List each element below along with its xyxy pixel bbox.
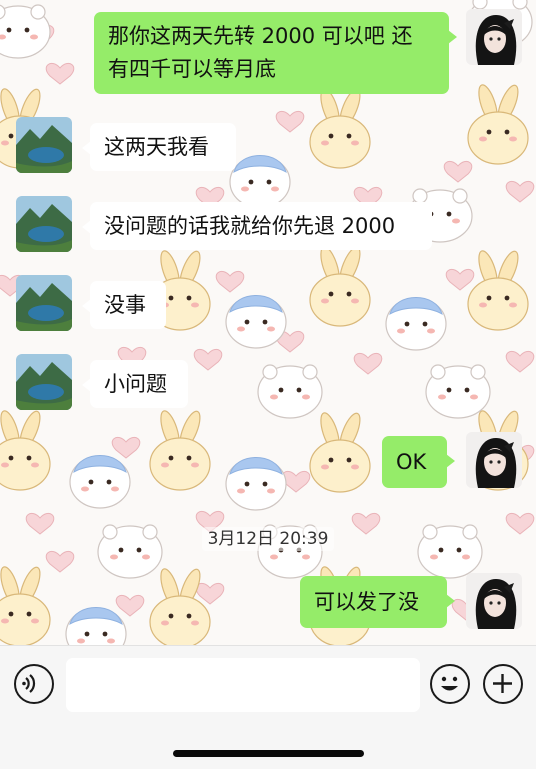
message-timestamp: 3月12日 20:39 <box>0 524 536 551</box>
contact-avatar[interactable] <box>16 354 72 410</box>
contact-avatar[interactable] <box>16 275 72 331</box>
contact-avatar[interactable] <box>16 117 72 173</box>
outgoing-message-bubble[interactable]: 可以发了没 <box>300 576 455 628</box>
incoming-message-bubble[interactable]: 没事 <box>82 281 166 329</box>
outgoing-message-bubble[interactable]: OK <box>382 436 455 488</box>
chat-area[interactable]: 那你这两天先转 2000 可以吧 还 有四千可以等月底 这两天我看 没问题的话我… <box>0 0 536 645</box>
my-avatar[interactable] <box>466 573 522 629</box>
incoming-message-bubble[interactable]: 小问题 <box>82 360 188 408</box>
message-text: 没事 <box>104 293 146 317</box>
message-text: 这两天我看 <box>104 135 209 159</box>
message-text: OK <box>396 450 427 474</box>
message-text-line: 那你这两天先转 2000 可以吧 还 <box>108 24 413 48</box>
message-text: 可以发了没 <box>314 590 419 614</box>
incoming-message-bubble[interactable]: 没问题的话我就给你先退 2000 <box>82 202 432 250</box>
contact-avatar[interactable] <box>16 196 72 252</box>
home-indicator[interactable] <box>173 750 364 757</box>
voice-icon[interactable] <box>14 664 54 704</box>
outgoing-message-bubble[interactable]: 那你这两天先转 2000 可以吧 还 有四千可以等月底 <box>94 12 457 94</box>
message-text: 没问题的话我就给你先退 2000 <box>104 214 396 238</box>
emoji-icon[interactable] <box>430 664 470 704</box>
message-text: 小问题 <box>104 372 167 396</box>
my-avatar[interactable] <box>466 432 522 488</box>
plus-icon[interactable] <box>483 664 523 704</box>
timestamp-text: 3月12日 20:39 <box>201 527 335 551</box>
message-text-line: 有四千可以等月底 <box>108 57 276 81</box>
my-avatar[interactable] <box>466 9 522 65</box>
incoming-message-bubble[interactable]: 这两天我看 <box>82 123 236 171</box>
message-input[interactable] <box>66 658 420 712</box>
